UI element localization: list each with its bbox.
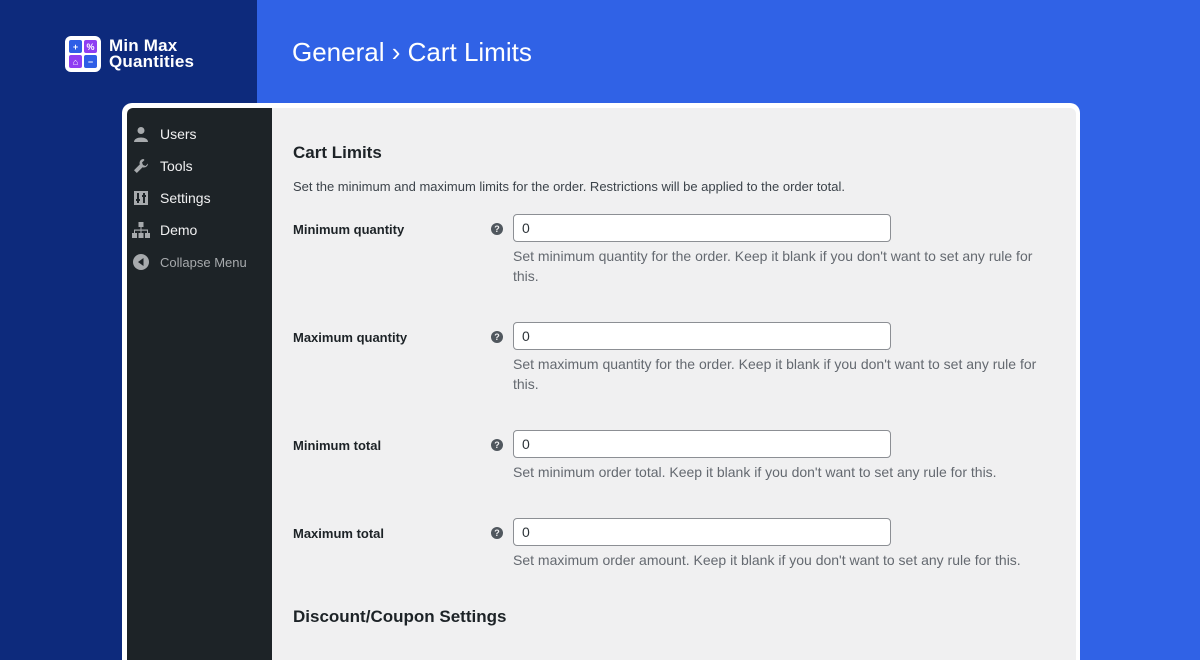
section-title: Cart Limits [293, 143, 382, 162]
brand-name: Min Max Quantities [109, 37, 195, 71]
sitemap-icon [131, 220, 151, 240]
help-icon[interactable]: ? [491, 223, 503, 235]
field-row-minimum-quantity: Minimum quantity ? Set minimum quantity … [293, 214, 1076, 322]
help-icon[interactable]: ? [491, 439, 503, 451]
field-help-text: Set maximum order amount. Keep it blank … [513, 552, 1021, 568]
minimum-total-input[interactable] [513, 430, 891, 458]
maximum-quantity-input[interactable] [513, 322, 891, 350]
minimum-quantity-input[interactable] [513, 214, 891, 242]
user-icon [131, 124, 151, 144]
logo-mark-icon: + % ⌂ − [65, 36, 101, 72]
settings-content: Cart Limits Set the minimum and maximum … [272, 108, 1076, 660]
discount-section-title: Discount/Coupon Settings [293, 607, 507, 626]
sidebar-item-label: Tools [160, 158, 193, 174]
admin-window: Users Tools Settings Demo Collapse Menu … [122, 103, 1080, 660]
wrench-icon [131, 156, 151, 176]
field-label: Minimum quantity [293, 222, 405, 237]
sidebar-item-demo[interactable]: Demo [127, 214, 272, 246]
logo-percent-glyph: % [84, 40, 97, 53]
sidebar-item-label: Demo [160, 222, 198, 238]
collapse-arrow-icon [131, 252, 151, 272]
section-description: Set the minimum and maximum limits for t… [293, 179, 846, 194]
field-label: Maximum total [293, 526, 385, 541]
page-title: General › Cart Limits [292, 37, 532, 67]
field-row-maximum-total: Maximum total ? Set maximum order amount… [293, 518, 1076, 606]
sidebar-item-users[interactable]: Users [127, 118, 272, 150]
brand-logo[interactable]: + % ⌂ − Min Max Quantities [65, 36, 194, 72]
brand-name-line2: Quantities [109, 52, 195, 71]
logo-bag-glyph: ⌂ [69, 55, 82, 68]
field-help-text: Set minimum quantity for the order. Keep… [513, 248, 1033, 284]
help-icon[interactable]: ? [491, 331, 503, 343]
sidebar-item-label: Users [160, 126, 197, 142]
sliders-icon [131, 188, 151, 208]
sidebar-item-settings[interactable]: Settings [127, 182, 272, 214]
field-help-text: Set minimum order total. Keep it blank i… [513, 464, 997, 480]
help-icon[interactable]: ? [491, 527, 503, 539]
admin-sidebar: Users Tools Settings Demo Collapse Menu [127, 108, 272, 660]
admin-inner: Users Tools Settings Demo Collapse Menu … [127, 108, 1076, 660]
field-label: Minimum total [293, 438, 382, 453]
maximum-total-input[interactable] [513, 518, 891, 546]
field-row-maximum-quantity: Maximum quantity ? Set maximum quantity … [293, 322, 1076, 430]
field-label: Maximum quantity [293, 330, 408, 345]
sidebar-collapse-menu[interactable]: Collapse Menu [127, 246, 272, 278]
field-row-minimum-total: Minimum total ? Set minimum order total.… [293, 430, 1076, 518]
field-help-text: Set maximum quantity for the order. Keep… [513, 356, 1037, 392]
sidebar-item-label: Settings [160, 190, 211, 206]
logo-plus-glyph: + [69, 40, 82, 53]
sidebar-item-label: Collapse Menu [160, 254, 247, 270]
logo-minus-glyph: − [84, 55, 97, 68]
sidebar-item-tools[interactable]: Tools [127, 150, 272, 182]
